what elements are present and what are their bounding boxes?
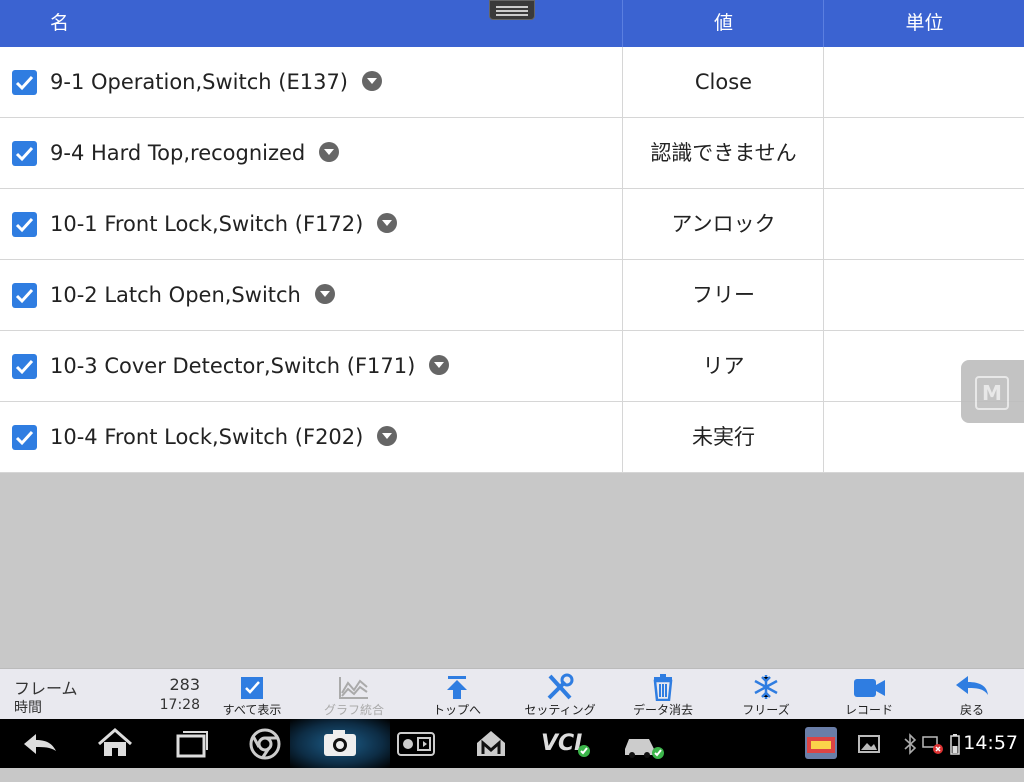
row-name-text: 10-3 Cover Detector,Switch (F171): [50, 354, 416, 378]
row-unit: [823, 47, 1024, 117]
row-name-text: 9-4 Hard Top,recognized: [50, 141, 306, 165]
row-checkbox[interactable]: [12, 70, 37, 95]
expand-dropdown-icon[interactable]: [319, 142, 340, 162]
expand-dropdown-icon[interactable]: [362, 71, 382, 91]
row-checkbox[interactable]: [12, 425, 37, 450]
record-label: レコード: [844, 703, 893, 717]
settings-button[interactable]: セッティング: [510, 673, 610, 718]
home-icon[interactable]: [95, 719, 135, 768]
row-name: 10-3 Cover Detector,Switch (F171): [50, 331, 450, 401]
back-label: 戻る: [959, 703, 984, 717]
row-checkbox[interactable]: [12, 283, 37, 308]
to-top-icon: [447, 676, 467, 699]
table-row[interactable]: 10-4 Front Lock,Switch (F202) 未実行: [0, 402, 1024, 473]
to-top-button[interactable]: トップへ: [407, 673, 507, 718]
row-name: 9-4 Hard Top,recognized: [50, 118, 340, 188]
row-name: 10-4 Front Lock,Switch (F202): [50, 402, 398, 472]
row-unit: [823, 260, 1024, 330]
bluetooth-icon: [904, 733, 917, 755]
table-row[interactable]: 9-1 Operation,Switch (E137) Close: [0, 47, 1024, 118]
clear-data-button[interactable]: データ消去: [613, 673, 713, 718]
show-all-button[interactable]: すべて表示: [202, 673, 302, 718]
table-row[interactable]: 10-1 Front Lock,Switch (F172) アンロック: [0, 189, 1024, 260]
to-top-label: トップへ: [432, 703, 481, 717]
freeze-label: フリーズ: [742, 703, 790, 717]
checkbox-icon: [241, 677, 263, 699]
table-row[interactable]: 10-2 Latch Open,Switch フリー: [0, 260, 1024, 331]
row-unit: [823, 118, 1024, 188]
frame-info: フレーム 283 時間 17:28: [14, 675, 204, 719]
bottom-toolbar: フレーム 283 時間 17:28 すべて表示 グラフ統合 トップへ セッティング …: [0, 668, 1024, 720]
camera-icon[interactable]: [320, 719, 360, 768]
freeze-button[interactable]: フリーズ: [716, 673, 816, 718]
graph-merge-icon: [339, 677, 368, 699]
tools-icon: [547, 673, 574, 700]
vci-connected-check-icon: [578, 745, 590, 757]
back-icon[interactable]: [20, 719, 60, 768]
row-value: アンロック: [622, 189, 824, 259]
time-label: 時間: [14, 700, 42, 716]
table-row[interactable]: 9-4 Hard Top,recognized 認識できません: [0, 118, 1024, 189]
video-camera-icon: [854, 679, 885, 697]
frame-value: 283: [169, 675, 200, 694]
row-checkbox[interactable]: [12, 212, 37, 237]
floating-maxisys-button[interactable]: M: [961, 360, 1024, 423]
expand-dropdown-icon[interactable]: [377, 426, 398, 446]
row-name-text: 10-2 Latch Open,Switch: [50, 283, 301, 307]
row-value: 未実行: [622, 402, 824, 472]
maxisys-icon[interactable]: [471, 719, 511, 768]
expand-dropdown-icon[interactable]: [377, 213, 398, 233]
clear-data-label: データ消去: [632, 703, 693, 717]
row-checkbox[interactable]: [12, 141, 37, 166]
back-arrow-icon: [956, 676, 988, 695]
chrome-icon[interactable]: [245, 719, 285, 768]
merge-graph-button[interactable]: グラフ統合: [304, 673, 404, 718]
settings-label: セッティング: [524, 703, 596, 717]
snowflake-icon: [754, 675, 778, 699]
battery-icon: [950, 734, 960, 755]
brightness-icon[interactable]: [396, 719, 436, 768]
column-header-value: 値: [622, 0, 824, 47]
pull-down-handle[interactable]: [489, 0, 535, 20]
row-checkbox[interactable]: [12, 354, 37, 379]
back-button[interactable]: 戻る: [922, 673, 1022, 718]
row-name-text: 10-4 Front Lock,Switch (F202): [50, 425, 364, 449]
row-name-text: 10-1 Front Lock,Switch (F172): [50, 212, 364, 236]
network-disconnected-icon: [922, 736, 943, 754]
data-table: 9-1 Operation,Switch (E137) Close 9-4 Ha…: [0, 47, 1024, 473]
show-all-label: すべて表示: [222, 703, 282, 717]
frame-label: フレーム: [14, 679, 78, 698]
recent-apps-icon[interactable]: [170, 719, 210, 768]
row-name: 10-1 Front Lock,Switch (F172): [50, 189, 398, 259]
car-icon[interactable]: [621, 719, 665, 768]
merge-graph-label: グラフ統合: [323, 703, 384, 717]
row-name: 9-1 Operation,Switch (E137): [50, 47, 382, 117]
trash-icon: [653, 674, 673, 701]
row-value: Close: [622, 47, 824, 117]
row-value: リア: [622, 331, 824, 401]
expand-dropdown-icon[interactable]: [314, 284, 335, 304]
column-header-unit: 単位: [823, 0, 1024, 47]
row-unit: [823, 189, 1024, 259]
record-button[interactable]: レコード: [819, 673, 919, 718]
app-notification-icon[interactable]: [805, 727, 837, 776]
status-clock: 14:57: [963, 732, 1018, 754]
gallery-notification-icon[interactable]: [858, 733, 880, 782]
row-value: フリー: [622, 260, 824, 330]
maxisys-m-icon: M: [975, 376, 1009, 410]
row-name-text: 9-1 Operation,Switch (E137): [50, 70, 348, 94]
column-header-name: 名: [50, 12, 70, 34]
row-value: 認識できません: [622, 118, 824, 188]
row-name: 10-2 Latch Open,Switch: [50, 260, 335, 330]
expand-dropdown-icon[interactable]: [429, 355, 450, 375]
table-row[interactable]: 10-3 Cover Detector,Switch (F171) リア: [0, 331, 1024, 402]
time-value: 17:28: [159, 697, 200, 713]
